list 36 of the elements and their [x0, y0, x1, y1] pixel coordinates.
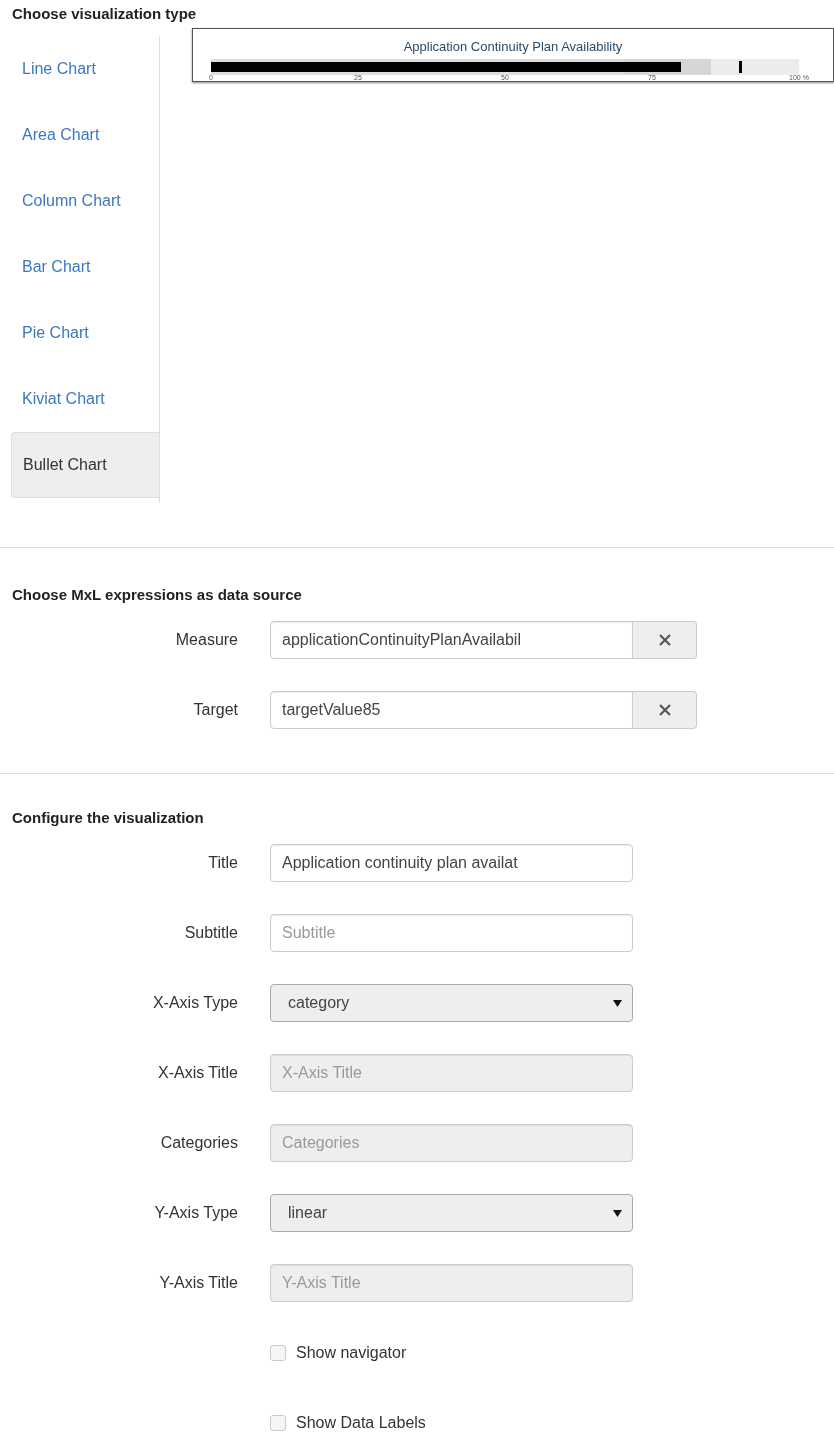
close-icon: [658, 634, 671, 646]
chart-type-tab[interactable]: Bar Chart: [0, 234, 159, 300]
checkbox-label: Show navigator: [296, 1344, 407, 1362]
field-label: X-Axis Title: [157, 1064, 239, 1082]
chart-type-tab[interactable]: Area Chart: [0, 102, 159, 168]
checkbox[interactable]: [270, 1345, 286, 1361]
clear-button[interactable]: [633, 691, 697, 729]
caret-icon: [613, 1209, 622, 1217]
text-field[interactable]: Subtitle: [270, 914, 633, 952]
close-icon: [658, 704, 671, 716]
chart-title: Application Continuity Plan Availability: [402, 39, 624, 55]
expression-field[interactable]: applicationContinuityPlanAvailabil: [270, 621, 633, 659]
chart-type-tab[interactable]: Kiviat Chart: [0, 366, 159, 432]
section-heading: Configure the visualization: [11, 809, 205, 826]
field-label: Y-Axis Type: [153, 1204, 239, 1222]
chart-type-tab[interactable]: Line Chart: [0, 36, 159, 102]
field-label: Target: [192, 701, 239, 719]
field-label: Y-Axis Title: [158, 1274, 239, 1292]
field-label: Subtitle: [183, 924, 239, 942]
field-label: Title: [207, 854, 239, 872]
section-heading: Choose MxL expressions as data source: [11, 586, 303, 603]
field-label: Categories: [159, 1134, 239, 1152]
field-label: Measure: [174, 631, 239, 649]
text-field[interactable]: Application continuity plan availat: [270, 844, 633, 882]
checkbox-label: Show Data Labels: [296, 1414, 426, 1432]
chart-type-tab[interactable]: Bullet Chart: [11, 432, 159, 498]
expression-field[interactable]: targetValue85: [270, 691, 633, 729]
field-label: X-Axis Type: [151, 994, 239, 1012]
checkbox[interactable]: [270, 1415, 286, 1431]
section-heading: Choose visualization type: [11, 4, 198, 22]
chart-type-tab[interactable]: Pie Chart: [0, 300, 159, 366]
chart-type-tab[interactable]: Column Chart: [0, 168, 159, 234]
dropdown[interactable]: category: [270, 984, 633, 1022]
clear-button[interactable]: [633, 621, 697, 659]
caret-icon: [613, 999, 622, 1007]
dropdown[interactable]: linear: [270, 1194, 633, 1232]
